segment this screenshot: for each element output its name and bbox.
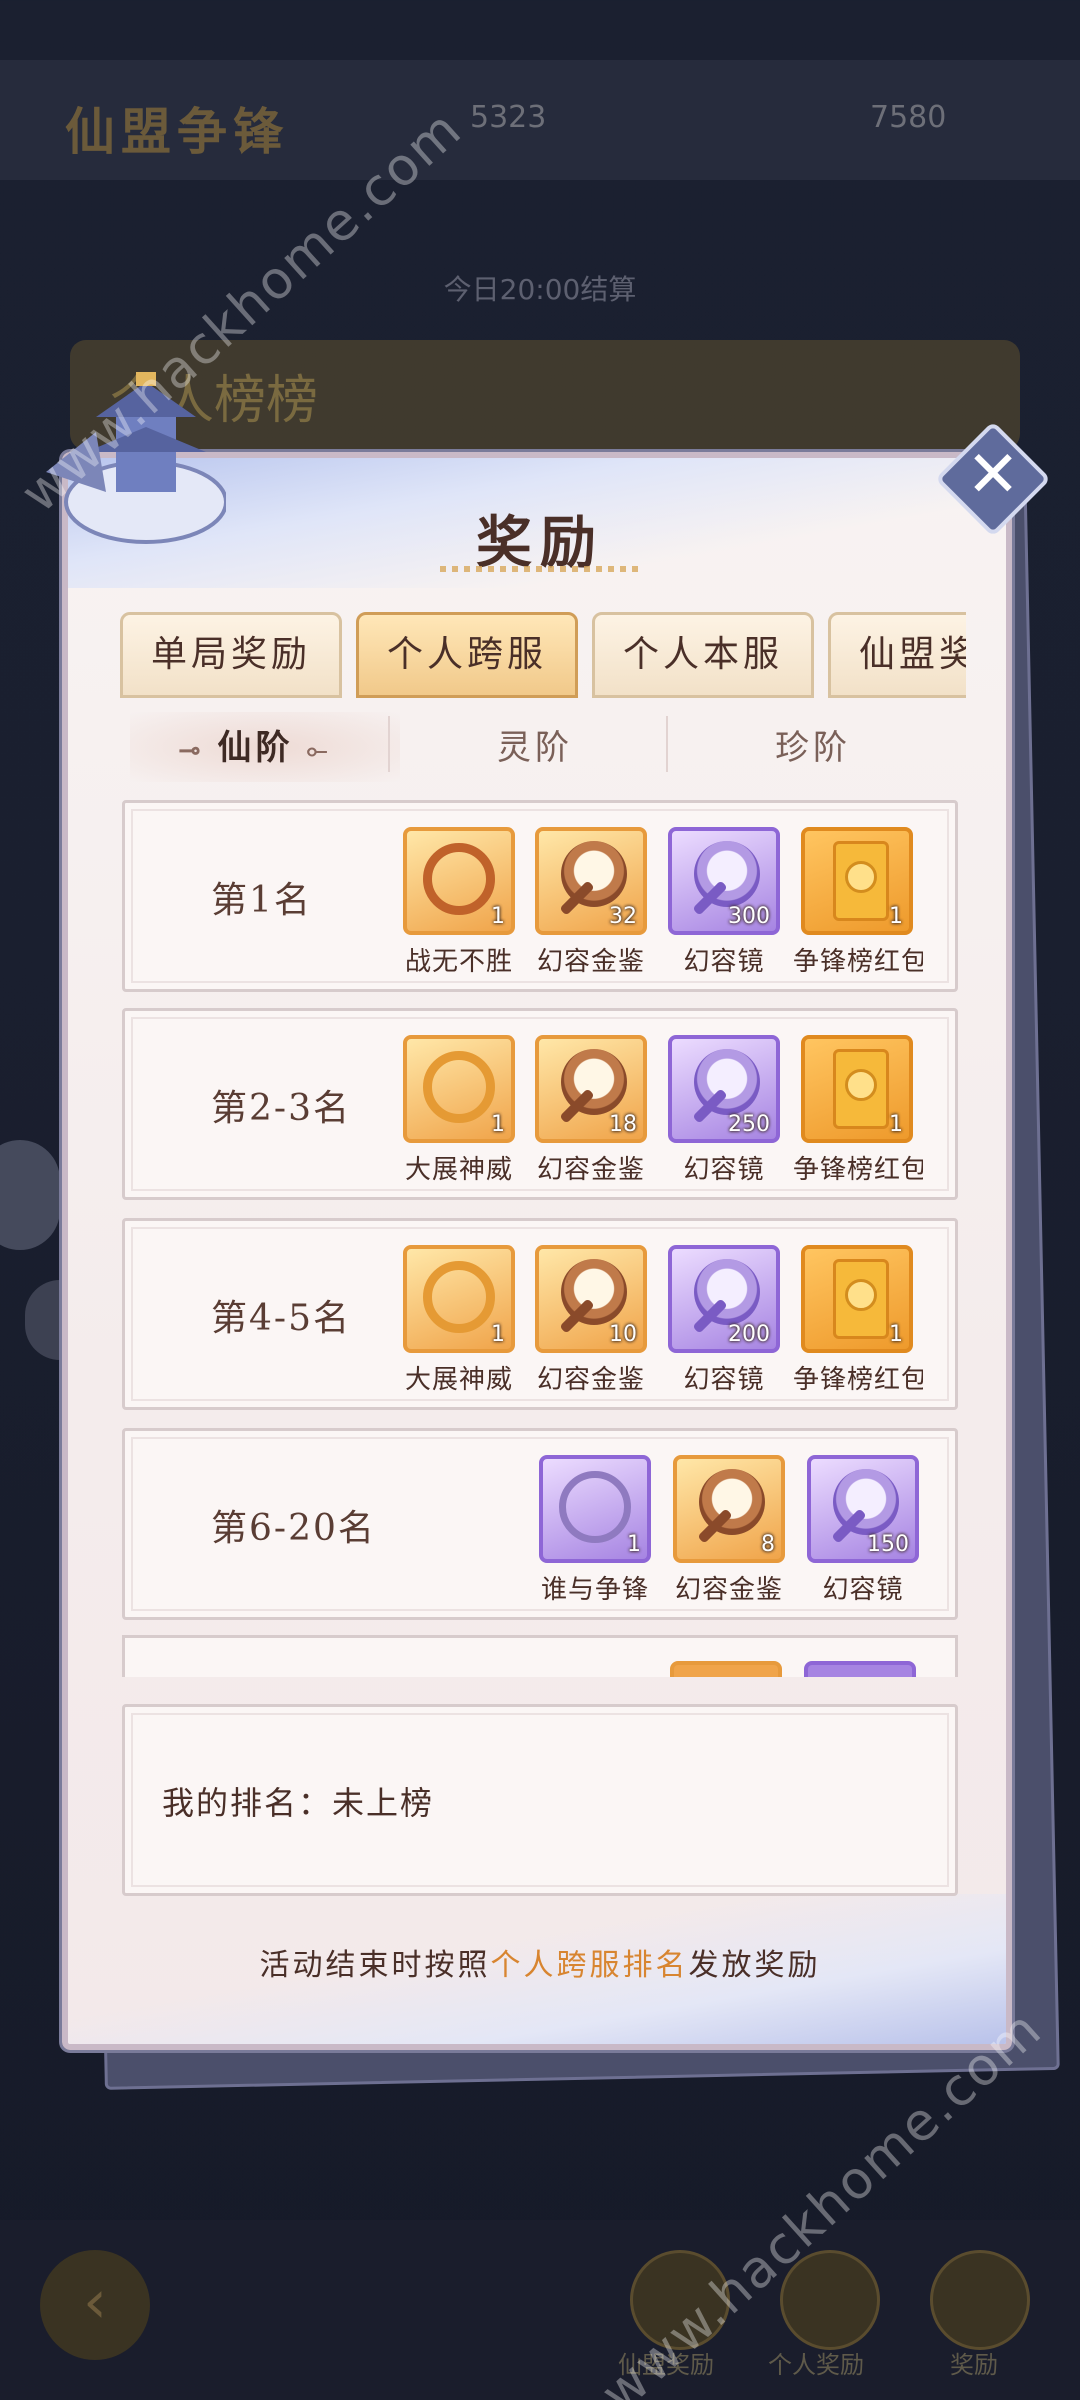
tab-personal-cross-server[interactable]: 个人跨服 (356, 612, 578, 698)
background-resource-2: 7580 (870, 100, 947, 135)
bracelet-icon (423, 843, 495, 915)
reward-item[interactable]: 250 幻容镜 (668, 1035, 780, 1186)
subtab-divider (388, 716, 390, 772)
reward-item[interactable]: 8 幻容金鉴 (673, 1455, 785, 1606)
background-bottom-label-3: 奖励 (950, 2351, 998, 2379)
tab-personal-server[interactable]: 个人本服 (592, 612, 814, 698)
tab-single-round[interactable]: 单局奖励 (120, 612, 342, 698)
rank-label: 第2-3名 (211, 1088, 351, 1129)
title-decoration (440, 566, 640, 572)
back-arrow-icon: ‹ (40, 2250, 150, 2360)
reward-item-partial (670, 1661, 782, 1677)
subtab-xian-label: 仙阶 (217, 728, 294, 768)
background-bottom-label-2: 个人奖励 (768, 2351, 864, 2379)
my-rank-text: 我的排名：未上榜 (162, 1778, 434, 1824)
background-bottom-button-3 (930, 2250, 1030, 2350)
subtab-left-ornament-icon: ⊸ (178, 736, 218, 766)
my-rank-value: 未上榜 (332, 1784, 435, 1822)
reward-rule-note: 活动结束时按照个人跨服排名发放奖励 (259, 1948, 821, 1983)
background-period: 今日20:00结算 (443, 273, 637, 306)
reward-item[interactable]: 18 幻容金鉴 (535, 1035, 647, 1186)
background-resource-1: 5323 (470, 100, 547, 135)
reward-item[interactable]: 1 争锋榜红包 (793, 1245, 923, 1396)
subtab-xian[interactable]: ⊸ 仙阶 ⟜ (120, 720, 390, 770)
reward-item[interactable]: 1 争锋榜红包 (793, 1035, 923, 1186)
reward-item[interactable]: 200 幻容镜 (668, 1245, 780, 1396)
background-bottom-bar (0, 2220, 1080, 2400)
bracelet-icon (423, 1051, 495, 1123)
reward-item[interactable]: 10 幻容金鉴 (535, 1245, 647, 1396)
bracelet-icon (559, 1471, 631, 1543)
reward-item[interactable]: 1 谁与争锋 (539, 1455, 651, 1606)
subtab-ling[interactable]: 灵阶 (400, 720, 670, 770)
reward-item[interactable]: 150 幻容镜 (807, 1455, 919, 1606)
rank-label: 第4-5名 (211, 1298, 351, 1339)
reward-item[interactable]: 1 战无不胜 (403, 827, 515, 978)
subtab-divider (666, 716, 668, 772)
rank-label: 第1名 (211, 880, 312, 921)
my-rank-label: 我的排名： (162, 1784, 333, 1822)
reward-item[interactable]: 32 幻容金鉴 (535, 827, 647, 978)
rank-label: 第6-20名 (211, 1508, 376, 1549)
subtab-right-ornament-icon: ⟜ (293, 736, 332, 766)
reward-row-rank-6-20: 第6-20名 1 谁与争锋 8 幻容金鉴 150 幻容镜 (122, 1428, 958, 1620)
reward-item[interactable]: 1 争锋榜红包 (793, 827, 923, 978)
tab-alliance[interactable]: 仙盟奖励 (828, 612, 966, 698)
reward-row-rank-2-3: 第2-3名 1 大展神威 18 幻容金鉴 250 幻容镜 1 争锋榜红包 (122, 1008, 958, 1200)
rule-highlight: 个人跨服排名 (490, 1948, 689, 1983)
reward-item-partial (804, 1661, 916, 1677)
reward-item[interactable]: 1 大展神威 (403, 1245, 515, 1396)
reward-row-rank-1: 第1名 1 战无不胜 32 幻容金鉴 300 幻容镜 1 争锋榜红包 (122, 800, 958, 992)
main-tab-bar: 单局奖励 个人跨服 个人本服 仙盟奖励 (68, 600, 966, 700)
reward-item[interactable]: 300 幻容镜 (668, 827, 780, 978)
background-avatar (0, 1140, 60, 1250)
bracelet-icon (423, 1261, 495, 1333)
background-title: 仙盟争锋 (65, 102, 289, 161)
reward-row-rank-4-5: 第4-5名 1 大展神威 10 幻容金鉴 200 幻容镜 1 争锋榜红包 (122, 1218, 958, 1410)
reward-item[interactable]: 1 大展神威 (403, 1035, 515, 1186)
reward-list-scroll-edge[interactable] (122, 1635, 958, 1677)
subtab-zhen[interactable]: 珍阶 (678, 720, 948, 770)
